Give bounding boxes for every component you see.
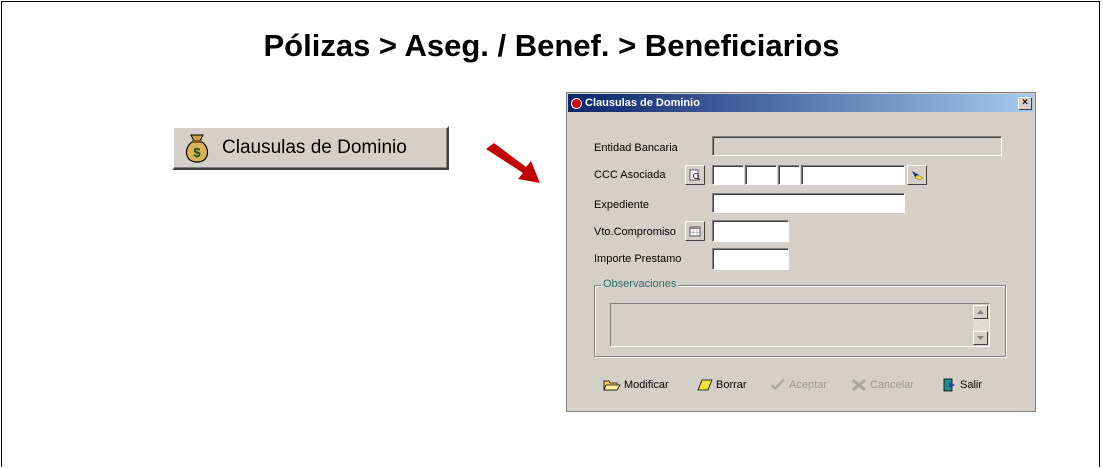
checkmark-icon [771,379,785,390]
eraser-icon [697,379,713,391]
calendar-icon [689,226,701,237]
search-ccc-button[interactable] [685,165,705,185]
borrar-label: Borrar [716,379,747,391]
clausulas-de-dominio-label: Clausulas de Dominio [222,137,407,158]
expediente-label: Expediente [594,199,650,211]
page-title: Pólizas > Aseg. / Benef. > Beneficiarios [263,28,840,63]
cancel-x-icon [852,378,866,392]
search-document-icon [689,169,701,181]
ccc-oficina-field[interactable] [745,165,777,185]
dialog-title: Clausulas de Dominio [585,97,700,109]
ccc-entidad-field[interactable] [712,165,744,185]
arrow-up-icon [977,310,984,314]
arrow-down-icon [977,336,984,340]
clausulas-dialog: Clausulas de Dominio × Entidad Bancaria … [566,92,1036,412]
cancelar-label: Cancelar [870,379,915,391]
observaciones-scrollbar[interactable] [973,305,988,345]
ccc-dc-field[interactable] [778,165,800,185]
red-arrow-icon [486,143,540,183]
ccc-cuenta-field[interactable] [801,165,905,185]
clear-ccc-button[interactable] [907,165,927,185]
close-button[interactable]: × [1018,96,1032,110]
observaciones-legend: Observaciones [601,278,679,290]
salir-button[interactable]: Salir [941,374,982,396]
eraser-pencil-icon [912,171,924,181]
app-icon [571,97,582,109]
observaciones-textarea[interactable] [610,303,990,347]
calendar-button[interactable] [685,221,705,241]
borrar-button[interactable]: Borrar [697,374,747,396]
ccc-asociada-label: CCC Asociada [594,169,666,181]
expediente-field[interactable] [712,193,905,213]
aceptar-label: Aceptar [789,379,827,391]
importe-prestamo-field[interactable] [712,248,789,270]
vto-compromiso-field[interactable] [712,220,789,242]
aceptar-button[interactable]: Aceptar [770,374,827,396]
scroll-up-button[interactable] [973,305,988,319]
entidad-bancaria-label: Entidad Bancaria [594,142,678,154]
open-folder-icon [603,380,621,391]
salir-label: Salir [960,379,983,391]
modificar-label: Modificar [624,379,669,391]
svg-text:$: $ [193,145,201,160]
exit-door-icon [943,378,955,392]
modificar-button[interactable]: Modificar [603,374,669,396]
clausulas-de-dominio-button[interactable]: $ Clausulas de Dominio [172,126,449,170]
entidad-bancaria-field [712,136,1002,156]
cancelar-button[interactable]: Cancelar [851,374,914,396]
money-bag-icon: $ [185,134,209,163]
scroll-down-button[interactable] [973,331,988,345]
vto-compromiso-label: Vto.Compromiso [594,226,676,238]
importe-prestamo-label: Importe Prestamo [594,253,682,265]
observaciones-group: Observaciones [594,278,1006,357]
dialog-titlebar[interactable]: Clausulas de Dominio × [568,94,1034,112]
